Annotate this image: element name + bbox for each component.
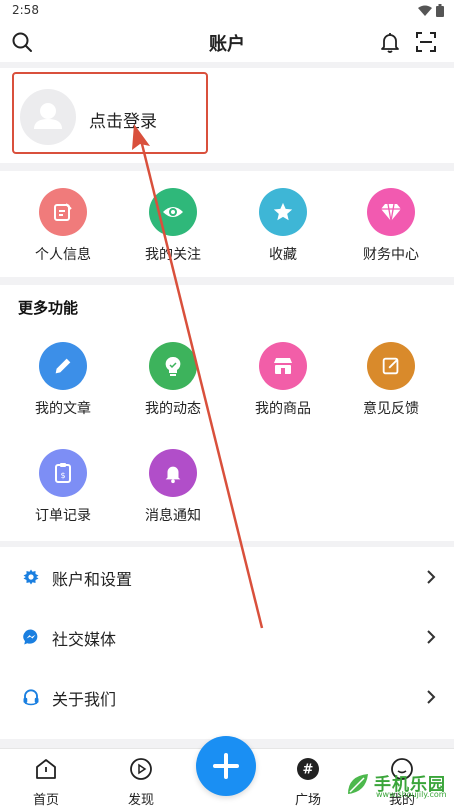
more-item-orders[interactable]: $ 订单记录 [8,449,118,525]
tab-label: 广场 [294,793,321,808]
home-icon [36,759,56,779]
more-item-activity[interactable]: 我的动态 [118,342,228,418]
menu-item-about-us[interactable]: 关于我们 [0,667,454,727]
more-item-label: 我的动态 [145,401,201,417]
more-item-label: 意见反馈 [363,401,419,417]
tab-home[interactable]: 首页 [6,757,86,808]
more-item-label: 我的文章 [35,401,91,417]
tab-label: 首页 [32,793,59,808]
star-icon [259,188,307,236]
menu-item-social-media[interactable]: 社交媒体 [0,607,454,667]
headset-icon [23,689,39,706]
store-icon [259,342,307,390]
more-item-articles[interactable]: 我的文章 [8,342,118,418]
status-time: 2:58 [12,3,39,17]
app-header: 账户 [0,22,454,62]
more-item-label: 我的商品 [255,401,311,417]
wifi-icon [418,5,432,16]
scan-icon[interactable] [414,30,438,54]
bell-icon [149,449,197,497]
edit-note-icon [39,188,87,236]
bulb-icon [149,342,197,390]
quick-item-label: 个人信息 [35,247,91,263]
settings-menu: 账户和设置 社交媒体 关于我们 [0,547,454,739]
section-title: 更多功能 [18,299,79,317]
menu-item-label: 社交媒体 [52,630,117,649]
feedback-icon [367,342,415,390]
add-post-button[interactable] [196,736,256,796]
quick-item-following[interactable]: 我的关注 [118,188,228,264]
svg-text:$: $ [60,471,65,480]
login-card[interactable]: 点击登录 [0,68,454,163]
quick-actions: 个人信息 我的关注 收藏 财务中心 [0,171,454,277]
bell-icon[interactable] [378,30,402,54]
chevron-right-icon [427,630,436,644]
hash-icon: # [297,758,319,780]
quick-item-label: 我的关注 [145,247,201,263]
menu-item-account-settings[interactable]: 账户和设置 [0,547,454,607]
leaf-logo-icon [348,774,368,794]
status-bar: 2:58 [0,0,454,22]
login-highlight-box [12,72,208,154]
watermark-logo: 手机乐园 www.shoujily.com [344,768,452,804]
diamond-icon [367,188,415,236]
quick-item-favorites[interactable]: 收藏 [228,188,338,264]
more-item-label: 消息通知 [145,508,201,524]
more-item-notifications[interactable]: 消息通知 [118,449,228,525]
battery-icon [436,4,444,17]
more-item-feedback[interactable]: 意见反馈 [336,342,446,418]
pen-icon [39,342,87,390]
quick-item-profile[interactable]: 个人信息 [8,188,118,264]
svg-text:#: # [303,763,314,778]
more-functions: 更多功能 我的文章 我的动态 我的商品 意见反馈 $ 订单记录 消息通知 [0,285,454,541]
menu-item-label: 关于我们 [52,690,117,709]
messenger-icon [23,629,38,645]
order-icon: $ [39,449,87,497]
quick-item-finance[interactable]: 财务中心 [336,188,446,264]
more-item-label: 订单记录 [35,508,91,524]
watermark-url: www.shoujily.com [376,790,447,799]
tab-discover[interactable]: 发现 [101,757,181,808]
more-item-products[interactable]: 我的商品 [228,342,338,418]
chevron-right-icon [427,690,436,704]
tab-square[interactable]: # 广场 [268,757,348,808]
tab-label: 发现 [127,793,154,808]
play-circle-icon [130,758,152,780]
eye-icon [149,188,197,236]
quick-item-label: 收藏 [269,247,297,263]
chevron-right-icon [427,570,436,584]
plus-icon [213,753,239,779]
quick-item-label: 财务中心 [363,247,419,263]
gear-icon [23,569,39,585]
menu-item-label: 账户和设置 [52,570,133,589]
system-icons [418,4,444,17]
